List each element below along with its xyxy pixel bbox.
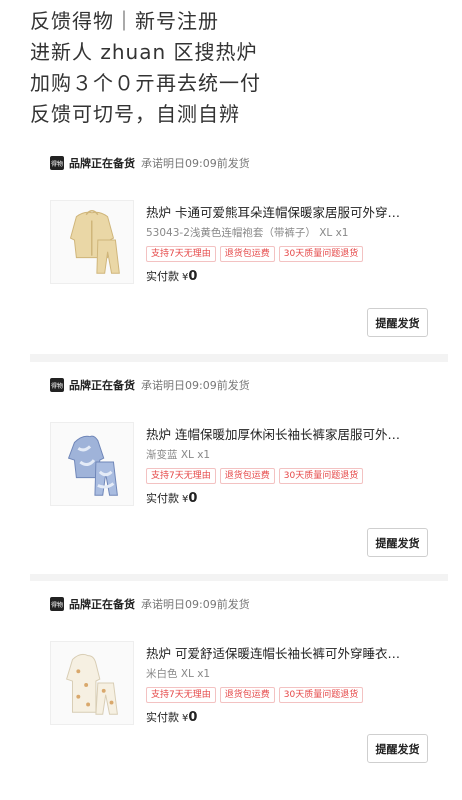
service-tags: 支持7天无理由 退货包运费 30天质量问题退货 [146, 687, 364, 703]
ship-promise: 承诺明日09:09前发货 [141, 379, 250, 392]
product-image[interactable] [50, 200, 134, 284]
caption-text-block: 反馈得物｜新号注册 进新人 zhuan 区搜热炉 加购３个０亓再去统一付 反馈可… [30, 6, 450, 130]
product-image[interactable] [50, 641, 134, 725]
product-variant: 渐变蓝 XL x1 [146, 449, 211, 461]
order-card[interactable]: 得物 品牌正在备货 承诺明日09:09前发货 热炉 卡通可爱熊耳朵连帽保暖家居服… [30, 140, 448, 354]
service-tag: 支持7天无理由 [146, 687, 216, 703]
ship-promise: 承诺明日09:09前发货 [141, 157, 250, 170]
product-title[interactable]: 热炉 可爱舒适保暖连帽长袖长裤可外穿睡衣… [146, 643, 426, 662]
paid-value: 0 [188, 710, 198, 725]
order-list: 得物 品牌正在备货 承诺明日09:09前发货 热炉 卡通可爱熊耳朵连帽保暖家居服… [30, 140, 448, 780]
service-tag: 退货包运费 [219, 468, 275, 484]
shop-logo-icon: 得物 [50, 597, 64, 611]
paid-value: 0 [188, 491, 198, 506]
service-tags: 支持7天无理由 退货包运费 30天质量问题退货 [146, 468, 364, 484]
service-tag: 退货包运费 [219, 246, 275, 262]
shop-logo-icon: 得物 [50, 378, 64, 392]
product-title[interactable]: 热炉 连帽保暖加厚休闲长袖长裤家居服可外… [146, 424, 426, 443]
paid-amount-row: 实付款 ¥ 0 [146, 490, 197, 506]
paid-label: 实付款 [146, 270, 179, 283]
paid-value: 0 [188, 269, 198, 284]
ship-promise: 承诺明日09:09前发货 [141, 598, 250, 611]
product-variant: 53043-2浅黄色连帽袍套（带裤子） XL x1 [146, 227, 349, 239]
service-tags: 支持7天无理由 退货包运费 30天质量问题退货 [146, 246, 364, 262]
shop-logo-icon: 得物 [50, 156, 64, 170]
remind-shipping-button[interactable]: 提醒发货 [367, 308, 428, 337]
caption-line-1: 反馈得物｜新号注册 [30, 9, 219, 33]
caption-line-4: 反馈可切号，自测自辨 [30, 102, 240, 126]
paid-label: 实付款 [146, 711, 179, 724]
caption-line-3: 加购３个０亓再去统一付 [30, 71, 261, 95]
service-tag: 30天质量问题退货 [278, 687, 364, 703]
service-tag: 退货包运费 [219, 687, 275, 703]
paid-amount-row: 实付款 ¥ 0 [146, 268, 197, 284]
service-tag: 30天质量问题退货 [278, 468, 364, 484]
order-card[interactable]: 得物 品牌正在备货 承诺明日09:09前发货 热炉 可爱舒适保暖连帽长袖长裤可外… [30, 581, 448, 780]
shop-status: 品牌正在备货 [69, 157, 135, 170]
order-card[interactable]: 得物 品牌正在备货 承诺明日09:09前发货 热炉 连帽保暖加厚休闲长袖长裤家居… [30, 362, 448, 574]
service-tag: 支持7天无理由 [146, 468, 216, 484]
caption-line-2: 进新人 zhuan 区搜热炉 [30, 40, 258, 64]
shop-header: 得物 品牌正在备货 承诺明日09:09前发货 [50, 596, 250, 612]
shop-status: 品牌正在备货 [69, 598, 135, 611]
service-tag: 30天质量问题退货 [278, 246, 364, 262]
shop-status: 品牌正在备货 [69, 379, 135, 392]
shop-header: 得物 品牌正在备货 承诺明日09:09前发货 [50, 377, 250, 393]
service-tag: 支持7天无理由 [146, 246, 216, 262]
paid-amount-row: 实付款 ¥ 0 [146, 709, 197, 725]
remind-shipping-button[interactable]: 提醒发货 [367, 528, 428, 557]
shop-header: 得物 品牌正在备货 承诺明日09:09前发货 [50, 155, 250, 171]
product-variant: 米白色 XL x1 [146, 668, 211, 680]
paid-label: 实付款 [146, 492, 179, 505]
remind-shipping-button[interactable]: 提醒发货 [367, 734, 428, 763]
product-image[interactable] [50, 422, 134, 506]
product-title[interactable]: 热炉 卡通可爱熊耳朵连帽保暖家居服可外穿… [146, 202, 426, 221]
